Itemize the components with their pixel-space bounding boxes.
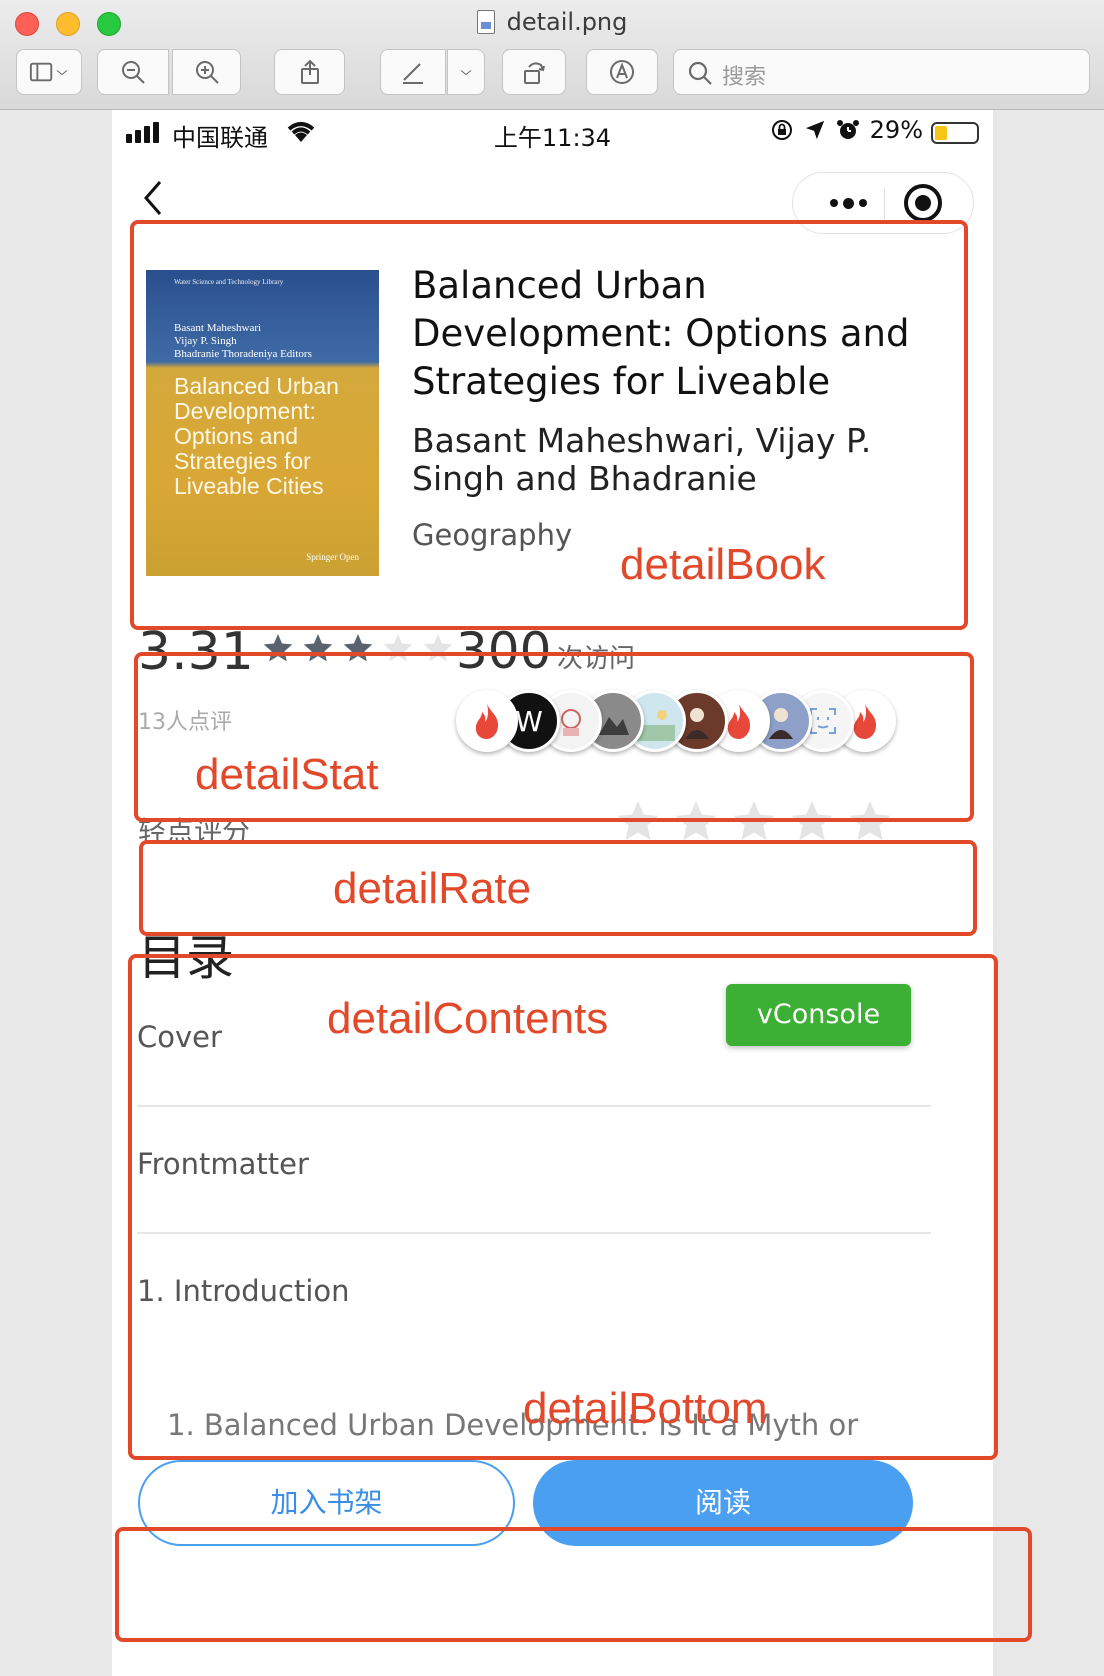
battery-percent: 29%: [869, 116, 923, 144]
nav-bar: [112, 156, 993, 242]
book-cover: Water Science and Technology Library Bas…: [146, 270, 379, 576]
book-title: Balanced Urban Development: Options and …: [412, 264, 910, 403]
status-bar: 中国联通 上午11:34 29%: [112, 110, 993, 156]
book-category: Geography: [412, 518, 573, 552]
visit-label: 次访问: [557, 644, 636, 674]
rating-stars: [262, 632, 454, 664]
annotate-icon: [610, 60, 634, 84]
chevron-down-icon: [56, 70, 68, 76]
location-arrow-icon: [805, 120, 824, 140]
markup-menu-button[interactable]: [447, 49, 485, 95]
annotation-label-detail-book: detailBook: [620, 540, 826, 589]
search-placeholder: 搜索: [722, 65, 767, 90]
star-filled-icon: [343, 634, 373, 662]
star-empty-icon[interactable]: [731, 798, 777, 844]
rotate-icon: [524, 62, 545, 84]
star-filled-icon: [263, 634, 293, 662]
back-arrow-icon[interactable]: [140, 178, 168, 218]
toc-item-label: Cover: [137, 1020, 222, 1054]
star-empty-icon[interactable]: [789, 798, 835, 844]
close-miniprogram-icon[interactable]: [904, 184, 942, 222]
read-button[interactable]: 阅读: [533, 1460, 913, 1546]
star-empty-icon[interactable]: [847, 798, 893, 844]
sidebar-toggle-button[interactable]: [16, 49, 82, 95]
share-icon: [300, 59, 319, 84]
annotation-label-detail-rate: detailRate: [333, 864, 532, 913]
phone-screen: 中国联通 上午11:34 29% Water Science and Techn…: [112, 110, 993, 1676]
flame-avatar-icon: [456, 690, 518, 752]
zoom-in-icon: [195, 61, 219, 84]
cover-title: Balanced Urban Development: Options and …: [174, 373, 339, 499]
status-right: 29%: [770, 116, 923, 144]
alarm-icon: [836, 120, 859, 139]
toc-item-label: 1. Introduction: [137, 1274, 350, 1308]
book-authors: Basant Maheshwari, Vijay P. Singh and Bh…: [412, 421, 872, 498]
annotation-label-detail-bottom: detailBottom: [523, 1384, 768, 1433]
review-count: 13人点评: [138, 710, 232, 735]
orientation-lock-icon: [771, 120, 792, 140]
rate-label: 轻点评分: [138, 815, 251, 848]
star-filled-icon: [303, 634, 333, 662]
rate-stars[interactable]: [615, 798, 893, 844]
png-file-icon: [476, 10, 495, 34]
cover-series: Water Science and Technology Library: [174, 278, 284, 286]
star-empty-icon[interactable]: [615, 798, 661, 844]
toc-item[interactable]: 1. Introduction: [137, 1234, 931, 1361]
window-title: detail.png: [0, 8, 1104, 36]
more-options-icon[interactable]: [813, 183, 883, 223]
zoom-in-button[interactable]: [172, 49, 241, 95]
chevron-down-icon: [460, 70, 472, 76]
toc-item-label: Frontmatter: [137, 1147, 309, 1181]
rating-score: 3.31: [138, 622, 254, 682]
star-empty-icon: [383, 634, 413, 662]
visit-count: 300: [456, 622, 552, 680]
markup-button[interactable]: [380, 49, 446, 95]
cover-publisher: Springer Open: [306, 552, 359, 562]
star-empty-icon[interactable]: [673, 798, 719, 844]
contents-title: 目录: [138, 930, 235, 986]
search-field[interactable]: 搜索: [673, 49, 1090, 95]
annotation-label-detail-contents: detailContents: [327, 994, 609, 1043]
annotate-button[interactable]: [586, 49, 658, 95]
visitor-avatars: W: [456, 690, 906, 752]
annotation-label-detail-stat: detailStat: [195, 750, 379, 799]
zoom-out-button[interactable]: [97, 49, 169, 95]
star-empty-icon: [423, 634, 453, 662]
markup-pen-icon: [403, 63, 423, 84]
rotate-button[interactable]: [502, 49, 566, 95]
window-title-text: detail.png: [506, 8, 628, 36]
window-titlebar: detail.png 搜索: [0, 0, 1104, 110]
share-button[interactable]: [274, 49, 345, 95]
sidebar-icon: [29, 62, 53, 82]
capsule-divider: [884, 189, 885, 219]
miniprogram-capsule: [792, 172, 974, 234]
battery-icon: [931, 122, 979, 144]
add-to-shelf-button[interactable]: 加入书架: [138, 1460, 515, 1546]
search-icon: [688, 61, 712, 85]
toc-item[interactable]: Frontmatter: [137, 1107, 931, 1234]
cover-authors: Basant Maheshwari Vijay P. Singh Bhadran…: [174, 322, 312, 360]
zoom-out-icon: [122, 61, 145, 84]
